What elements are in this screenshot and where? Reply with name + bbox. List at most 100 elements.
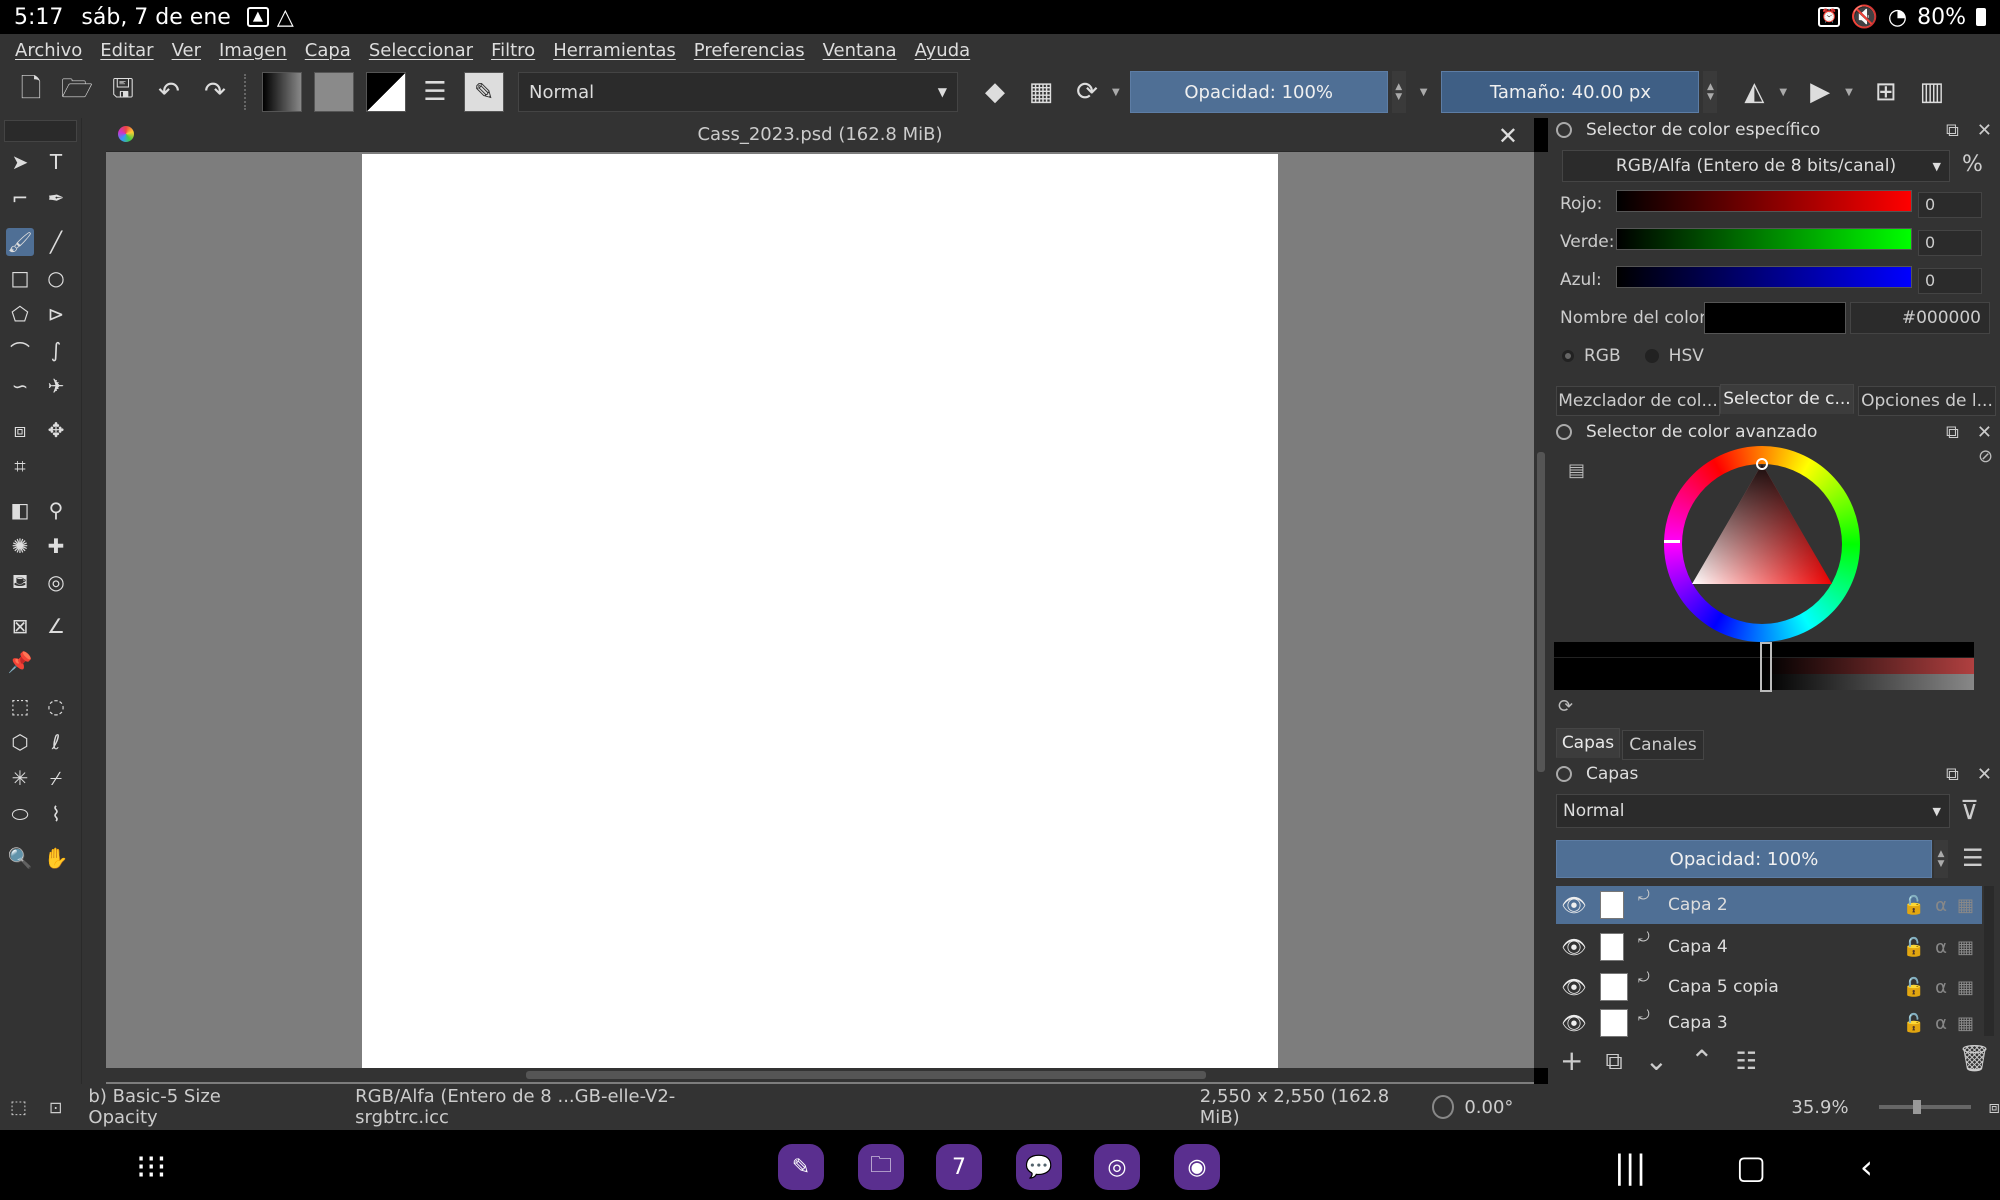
scrollbar-thumb[interactable] [1537, 452, 1545, 772]
menu-editar[interactable]: Editar [91, 40, 162, 61]
menu-filtro[interactable]: Filtro [482, 40, 544, 61]
selector-settings-icon[interactable]: ▤ [1568, 460, 1585, 481]
blue-value-field[interactable]: 0 [1918, 268, 1982, 294]
percent-toggle[interactable]: % [1962, 152, 1983, 177]
text-tool-icon[interactable]: T [42, 148, 70, 176]
tab-color-selector[interactable]: Selector de c... [1720, 384, 1854, 414]
app-drawer-icon[interactable]: ⁝⁝⁝ [136, 1148, 167, 1186]
close-icon[interactable]: ✕ [1977, 422, 1992, 443]
green-slider[interactable] [1616, 228, 1912, 250]
move-tool-icon[interactable]: ✥ [42, 416, 70, 444]
lock-layer-icon[interactable]: 🔓 [1903, 895, 1925, 916]
shade-cursor[interactable] [1760, 642, 1772, 692]
scrollbar-thumb[interactable] [526, 1071, 1206, 1079]
tab-color-mixer[interactable]: Mezclador de col... [1556, 386, 1720, 416]
ellipse-select-tool-icon[interactable]: ◌ [42, 692, 70, 720]
clear-history-icon[interactable]: ⊘ [1978, 446, 1993, 467]
ellipse-tool-icon[interactable]: ○ [42, 264, 70, 292]
home-icon[interactable]: ▢ [1736, 1148, 1766, 1186]
gradient-tool-icon[interactable]: ◧ [6, 496, 34, 524]
lock-layer-icon[interactable]: 🔓 [1903, 977, 1925, 998]
assistant-tool-icon[interactable]: ⊠ [6, 612, 34, 640]
add-layer-icon[interactable]: + [1560, 1044, 1583, 1077]
lock-icon[interactable] [1556, 766, 1572, 782]
close-icon[interactable]: ✕ [1977, 764, 1992, 785]
red-value-field[interactable]: 0 [1918, 192, 1982, 218]
opacity-slider[interactable]: Opacidad: 100% [1129, 71, 1388, 113]
duplicate-layer-icon[interactable]: ⧉ [1605, 1047, 1622, 1075]
freehand-select-tool-icon[interactable]: ℓ [42, 728, 70, 756]
filter-icon[interactable]: ⊽ [1960, 796, 1979, 826]
layer-opacity-slider[interactable]: Opacidad: 100% [1556, 840, 1932, 878]
reload-preset-icon[interactable]: ⟳ [1066, 71, 1108, 113]
lock-layer-icon[interactable]: 🔓 [1903, 1013, 1925, 1034]
alpha-lock-icon[interactable]: ▦ [1957, 937, 1974, 958]
menu-archivo[interactable]: Archivo [6, 40, 91, 61]
menu-imagen[interactable]: Imagen [210, 40, 296, 61]
polygon-select-tool-icon[interactable]: ⬡ [6, 728, 34, 756]
menu-seleccionar[interactable]: Seleccionar [360, 40, 482, 61]
menu-ver[interactable]: Ver [163, 40, 210, 61]
lock-icon[interactable] [1556, 122, 1572, 138]
move-layer-up-icon[interactable]: ⌃ [1690, 1044, 1713, 1077]
transform-tool-icon[interactable]: ⧈ [6, 416, 34, 444]
layers-menu-icon[interactable]: ☰ [1962, 844, 1984, 872]
eye-icon[interactable]: 👁 [1556, 1011, 1592, 1035]
layer-blend-mode-select[interactable]: Normal ▼ [1556, 794, 1950, 828]
green-value-field[interactable]: 0 [1918, 230, 1982, 256]
lock-icon[interactable] [1556, 424, 1572, 440]
opacity-spinner[interactable]: ▲ ▼ [1391, 71, 1406, 113]
refresh-icon[interactable]: ⟳ [1558, 696, 1573, 717]
layer-row[interactable]: 👁 ⤾ Capa 5 copia 🔓 α ▦ [1556, 968, 1982, 1006]
magnetic-select-tool-icon[interactable]: ⌇ [42, 800, 70, 828]
workspace-icon[interactable]: ▥ [1911, 71, 1953, 113]
brush-preset-button[interactable]: ✎ [464, 72, 504, 112]
reference-images-tool-icon[interactable]: 📌 [6, 648, 34, 676]
layer-row[interactable]: 👁 ⤾ Capa 2 🔓 α ▦ [1556, 886, 1982, 924]
document-tab[interactable]: Cass_2023.psd (162.8 MiB) ✕ [106, 118, 1534, 152]
polygon-tool-icon[interactable]: ⬠ [6, 300, 34, 328]
enclose-fill-tool-icon[interactable]: ◎ [42, 568, 70, 596]
color-wheel[interactable] [1664, 446, 1860, 642]
messages-app-icon[interactable]: 💬 [1016, 1144, 1062, 1190]
close-icon[interactable]: ✕ [1498, 122, 1518, 150]
line-tool-icon[interactable]: ╱ [42, 228, 70, 256]
mirror-horizontal-icon[interactable]: ◭ [1733, 71, 1775, 113]
red-slider[interactable] [1616, 190, 1912, 212]
redo-icon[interactable]: ↷ [194, 71, 236, 113]
canvas-page[interactable] [362, 154, 1278, 1070]
delete-layer-icon[interactable]: 🗑 [1958, 1044, 1991, 1074]
rgb-radio[interactable] [1562, 350, 1574, 362]
brush-icon[interactable]: ⊡ [49, 1098, 62, 1117]
dynamic-brush-tool-icon[interactable]: ∽ [6, 372, 34, 400]
zoom-tool-icon[interactable]: 🔍 [6, 844, 34, 872]
pan-tool-icon[interactable]: ✋ [42, 844, 70, 872]
eye-icon[interactable]: 👁 [1556, 975, 1592, 999]
polyline-tool-icon[interactable]: ⊳ [42, 300, 70, 328]
rectangle-tool-icon[interactable]: □ [6, 264, 34, 292]
alpha-inherit-icon[interactable]: α [1935, 895, 1947, 916]
select-shapes-tool-icon[interactable]: ➤ [6, 148, 34, 176]
similar-select-tool-icon[interactable]: ⌿ [42, 764, 70, 792]
color-model-select[interactable]: RGB/Alfa (Entero de 8 bits/canal) ▼ [1562, 150, 1950, 182]
files-app-icon[interactable]: 🗀 [858, 1144, 904, 1190]
float-icon[interactable]: ⧉ [1946, 120, 1959, 141]
canvas-vertical-scrollbar[interactable] [1534, 152, 1548, 1068]
layer-row[interactable]: 👁 ⤾ Capa 3 🔓 α ▦ [1556, 1008, 1982, 1038]
freehand-brush-tool-icon[interactable]: 🖌 [6, 228, 34, 256]
browser-app-icon[interactable]: ◎ [1094, 1144, 1140, 1190]
move-layer-down-icon[interactable]: ⌄ [1645, 1044, 1668, 1077]
color-sampler-tool-icon[interactable]: ⚲ [42, 496, 70, 524]
tab-channels[interactable]: Canales [1622, 730, 1704, 760]
float-icon[interactable]: ⧉ [1946, 422, 1959, 443]
contiguous-select-tool-icon[interactable]: ✳ [6, 764, 34, 792]
bezier-tool-icon[interactable]: ⌒ [6, 336, 34, 364]
mirror-vertical-icon[interactable]: ▶ [1799, 71, 1841, 113]
calendar-app-icon[interactable]: 7 [936, 1144, 982, 1190]
recent-apps-icon[interactable]: ||| [1614, 1148, 1646, 1186]
smart-patch-tool-icon[interactable]: ✚ [42, 532, 70, 560]
menu-capa[interactable]: Capa [296, 40, 360, 61]
new-document-icon[interactable]: 🗋 [10, 71, 52, 113]
save-icon[interactable]: 🖫 [102, 71, 144, 113]
fg-bg-color-button[interactable] [366, 72, 406, 112]
